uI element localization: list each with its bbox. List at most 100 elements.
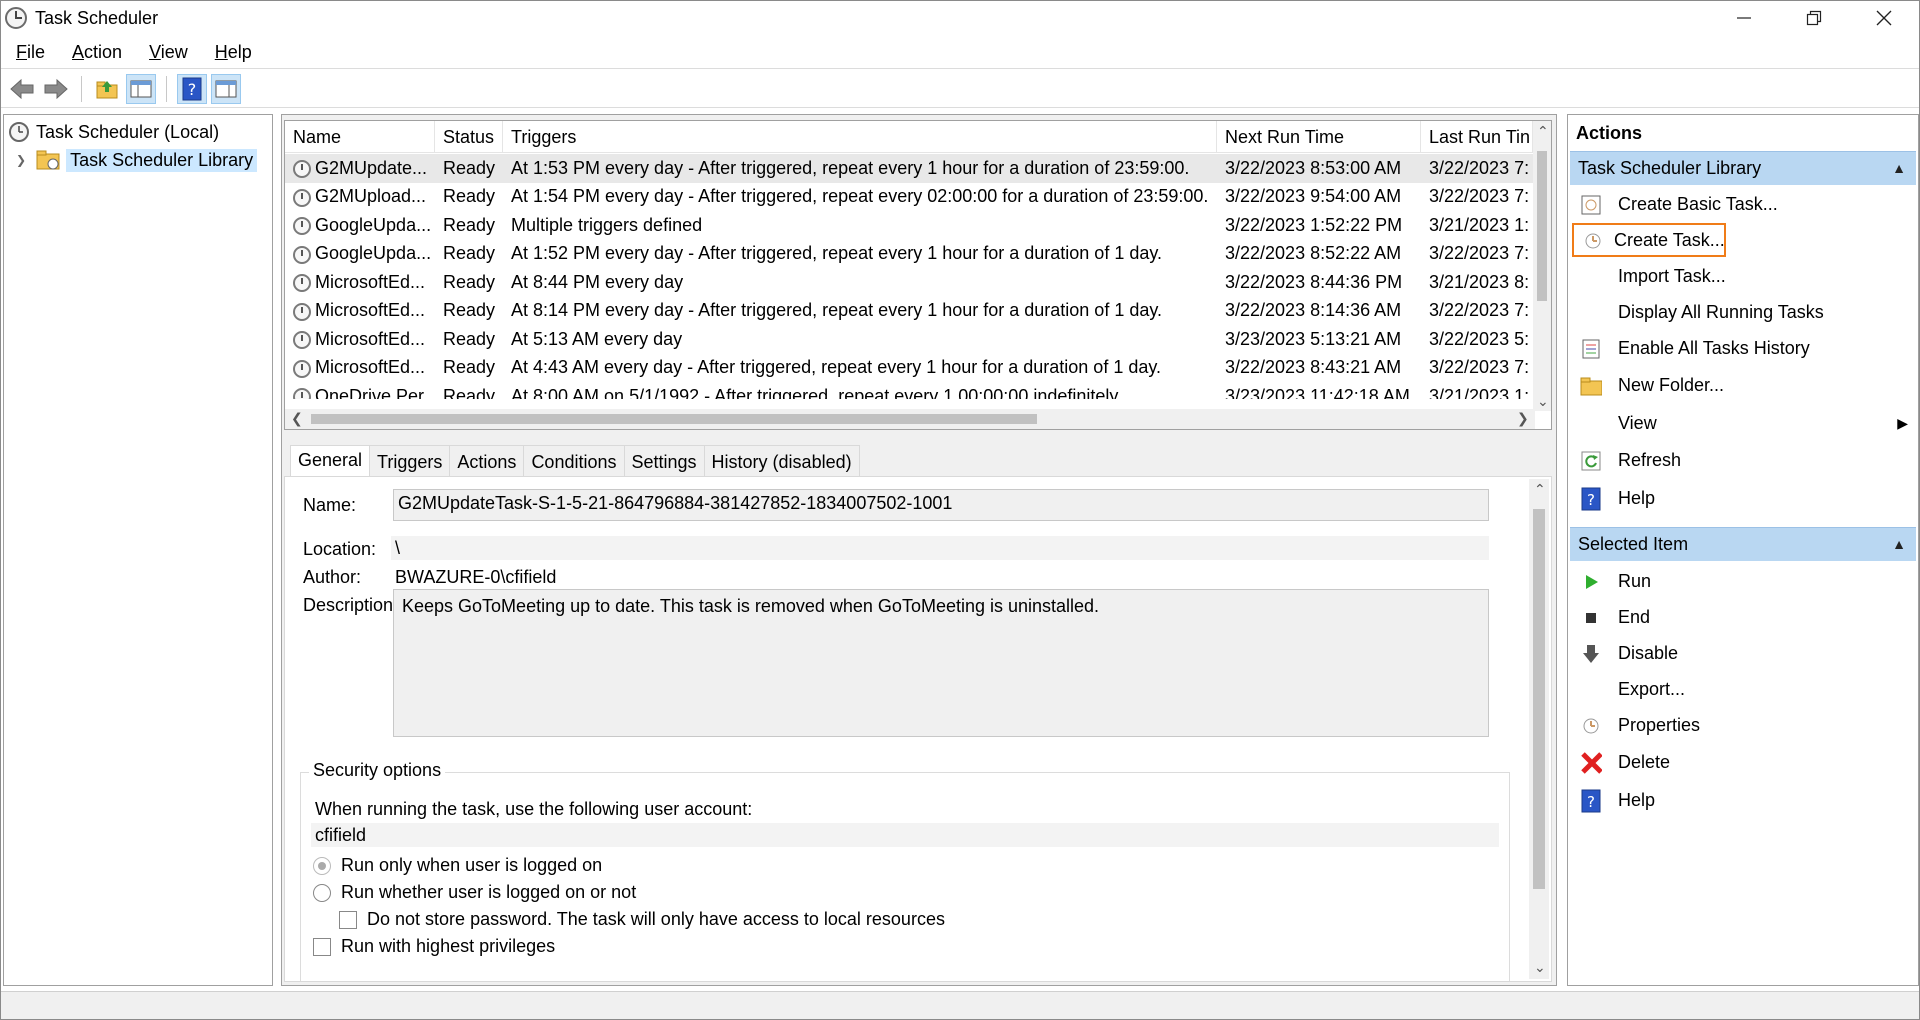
section-header-library[interactable]: Task Scheduler Library ▲ (1570, 151, 1916, 185)
action-delete[interactable]: Delete (1570, 745, 1916, 779)
chevron-right-icon[interactable]: ❯ (16, 153, 26, 167)
tab-history[interactable]: History (disabled) (703, 445, 860, 477)
tree-item-root[interactable]: Task Scheduler (Local) (8, 119, 219, 145)
radio-run-logged-on[interactable]: Run only when user is logged on (313, 855, 602, 876)
details-vertical-scrollbar[interactable]: ⌃ ⌄ (1529, 479, 1549, 979)
scrollbar-thumb[interactable] (311, 414, 1037, 424)
tree-item-library[interactable]: ❯ Task Scheduler Library (16, 147, 258, 173)
radio-unselected-icon[interactable] (313, 884, 331, 903)
collapse-up-icon[interactable]: ▲ (1892, 536, 1906, 552)
description-field[interactable]: Keeps GoToMeeting up to date. This task … (393, 589, 1489, 737)
location-field[interactable]: \ (391, 536, 1489, 560)
column-header-status[interactable]: Status (435, 121, 503, 153)
cell-name-text: OneDrive Per... (315, 385, 435, 399)
tab-triggers[interactable]: Triggers (369, 445, 451, 477)
checkbox-icon[interactable] (339, 911, 357, 930)
column-header-last-run[interactable]: Last Run Tin (1421, 121, 1533, 153)
table-row[interactable]: G2MUpload... Ready At 1:54 PM every day - … (285, 183, 1535, 212)
author-field[interactable]: BWAZURE-0\cfifield (395, 567, 556, 588)
user-account-field[interactable]: cfifield (311, 823, 1499, 847)
tab-conditions[interactable]: Conditions (523, 445, 625, 477)
menu-help-accel: H (214, 42, 228, 62)
action-help-selected[interactable]: ? Help (1570, 783, 1916, 817)
action-create-task[interactable]: Create Task... (1572, 223, 1726, 257)
scrollbar-thumb[interactable] (1537, 151, 1547, 301)
action-disable[interactable]: Disable (1570, 636, 1916, 670)
action-create-basic-task[interactable]: Create Basic Task... (1570, 187, 1916, 221)
forward-button[interactable] (41, 74, 71, 104)
action-help-library[interactable]: ? Help (1570, 481, 1916, 515)
cell-status-text: Ready (443, 385, 496, 399)
menu-view[interactable]: View (134, 42, 200, 63)
general-tab-panel: Name: G2MUpdateTask-S-1-5-21-864796884-3… (284, 476, 1552, 982)
action-properties-label: Properties (1618, 714, 1701, 735)
task-list-vertical-scrollbar[interactable]: ⌃ ⌄ (1533, 121, 1551, 411)
radio-run-whether[interactable]: Run whether user is logged on or not (313, 882, 636, 903)
table-row[interactable]: OneDrive Per... Ready At 8:00 AM on 5/1/19… (285, 382, 1535, 399)
cell-triggers: At 8:44 PM every day (503, 272, 1217, 293)
scroll-up-arrow-icon[interactable]: ⌃ (1534, 481, 1546, 498)
cell-next: 3/22/2023 8:43:21 AM (1217, 357, 1421, 378)
task-clock-icon (293, 245, 311, 264)
back-button[interactable] (7, 74, 37, 104)
action-properties[interactable]: Properties (1570, 708, 1916, 742)
cell-name-text: MicrosoftEd... (315, 300, 426, 321)
scroll-up-arrow-icon[interactable]: ⌃ (1537, 123, 1549, 140)
table-row[interactable]: G2MUpdate... Ready At 1:53 PM every day - … (285, 154, 1535, 183)
checkbox-highest-privileges[interactable]: Run with highest privileges (313, 936, 555, 957)
table-row[interactable]: GoogleUpda... Ready At 1:52 PM every day -… (285, 240, 1535, 269)
collapse-up-icon[interactable]: ▲ (1892, 160, 1906, 176)
column-header-triggers[interactable]: Triggers (503, 121, 1217, 153)
help-toolbar-button[interactable]: ? (177, 73, 207, 104)
cell-last: 3/21/2023 1: (1421, 215, 1533, 236)
up-folder-button[interactable] (92, 74, 122, 104)
column-header-name[interactable]: Name (285, 121, 435, 153)
checkbox-icon[interactable] (313, 938, 331, 957)
cell-last-text: 3/22/2023 7: (1429, 157, 1530, 178)
table-row[interactable]: MicrosoftEd... Ready At 4:43 AM every day … (285, 354, 1535, 383)
table-row[interactable]: GoogleUpda... Ready Multiple triggers defi… (285, 211, 1535, 240)
table-row[interactable]: MicrosoftEd... Ready At 5:13 AM every day 3… (285, 325, 1535, 354)
menu-action[interactable]: Action (57, 42, 134, 63)
action-view[interactable]: View ▶ (1570, 406, 1916, 440)
cell-status-text: Ready (443, 300, 496, 321)
forward-arrow-icon (44, 78, 68, 99)
action-refresh[interactable]: Refresh (1570, 443, 1916, 477)
action-new-folder[interactable]: New Folder... (1570, 368, 1916, 402)
name-field[interactable]: G2MUpdateTask-S-1-5-21-864796884-3814278… (393, 489, 1489, 521)
section-header-selected-item[interactable]: Selected Item ▲ (1570, 527, 1916, 561)
cell-name: MicrosoftEd... (285, 272, 435, 293)
action-end[interactable]: End (1570, 600, 1916, 634)
action-import-task[interactable]: Import Task... (1570, 259, 1916, 293)
action-display-running-tasks[interactable]: Display All Running Tasks (1570, 295, 1916, 329)
radio-selected-icon[interactable] (313, 857, 331, 876)
close-button[interactable] (1849, 1, 1919, 35)
action-export[interactable]: Export... (1570, 672, 1916, 706)
minimize-button[interactable] (1709, 1, 1779, 35)
scroll-left-arrow-icon[interactable]: ❮ (291, 410, 303, 427)
cell-status-text: Ready (443, 157, 496, 178)
new-folder-icon (1580, 375, 1602, 397)
action-display-running-tasks-label: Display All Running Tasks (1618, 301, 1824, 322)
scroll-down-arrow-icon[interactable]: ⌄ (1534, 959, 1546, 976)
action-run[interactable]: Run (1570, 564, 1916, 598)
scrollbar-thumb[interactable] (1533, 509, 1545, 889)
menu-help[interactable]: Help (200, 42, 264, 63)
column-header-next-run[interactable]: Next Run Time (1217, 121, 1421, 153)
show-hide-console-tree-button[interactable] (126, 73, 156, 104)
show-hide-action-pane-button[interactable] (211, 73, 241, 104)
task-list-horizontal-scrollbar[interactable]: ❮ ❯ (285, 409, 1535, 429)
tab-general[interactable]: General (290, 445, 371, 477)
cell-status: Ready (435, 300, 503, 321)
scroll-down-arrow-icon[interactable]: ⌄ (1537, 393, 1549, 410)
tab-actions[interactable]: Actions (449, 445, 525, 477)
tab-settings[interactable]: Settings (623, 445, 705, 477)
table-row[interactable]: MicrosoftEd... Ready At 8:44 PM every day 3… (285, 268, 1535, 297)
cell-name-text: G2MUpdate... (315, 157, 428, 178)
checkbox-do-not-store-password[interactable]: Do not store password. The task will onl… (339, 909, 945, 930)
table-row[interactable]: MicrosoftEd... Ready At 8:14 PM every day … (285, 297, 1535, 326)
restore-button[interactable] (1779, 1, 1849, 35)
scroll-right-arrow-icon[interactable]: ❯ (1517, 410, 1529, 427)
menu-file[interactable]: File (1, 42, 57, 63)
action-enable-tasks-history[interactable]: Enable All Tasks History (1570, 331, 1916, 365)
